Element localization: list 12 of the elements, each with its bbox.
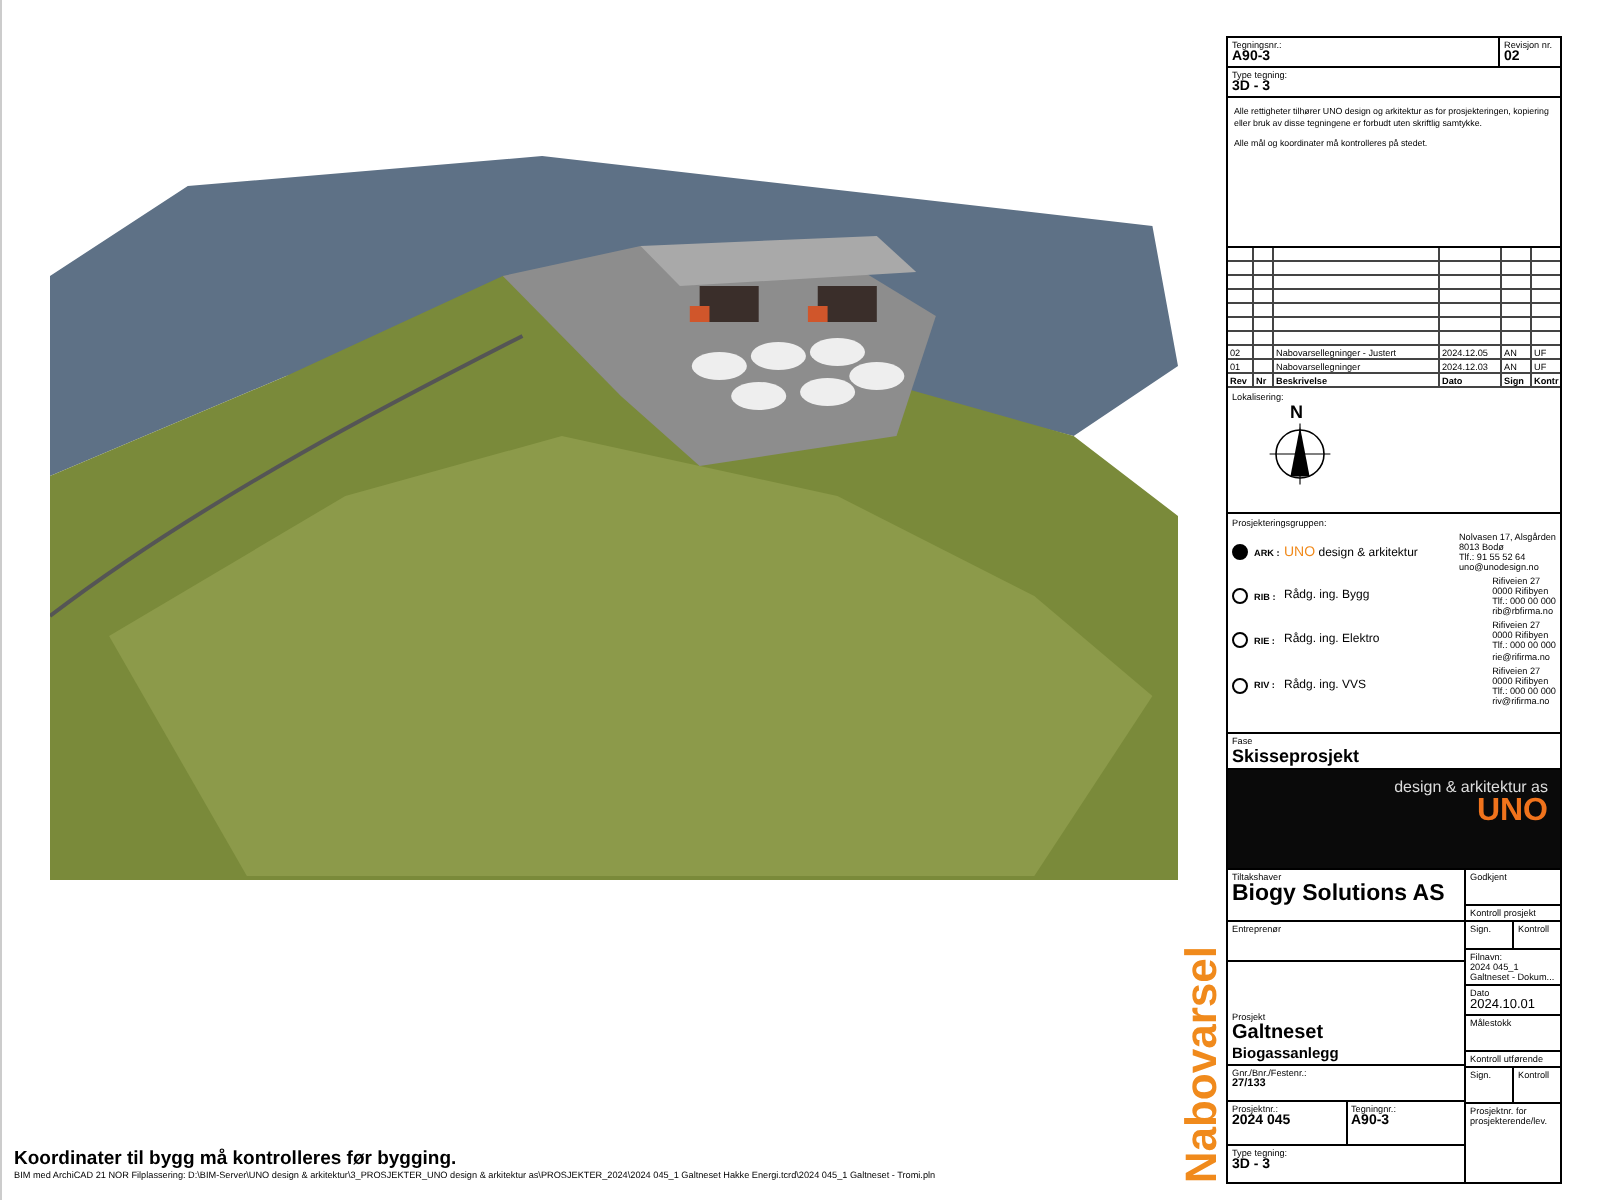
company-logo: design & arkitektur as UNO [1228,770,1560,870]
client-name: Biogy Solutions AS [1232,882,1447,906]
north-arrow-icon [1268,422,1332,486]
field-value: Skisseprosjekt [1232,746,1362,766]
north-label: N [1290,402,1303,422]
radio-button[interactable] [1232,544,1248,561]
stamp-text: Nabovarsel [1176,946,1228,1184]
radio-button[interactable] [1232,588,1248,605]
radio-button[interactable] [1232,677,1248,694]
project-name: Galtneset [1232,1022,1326,1044]
coordinates-note: Koordinater til bygg må kontrolleres før bygging. [14,1148,459,1170]
radio-button[interactable] [1232,632,1248,649]
